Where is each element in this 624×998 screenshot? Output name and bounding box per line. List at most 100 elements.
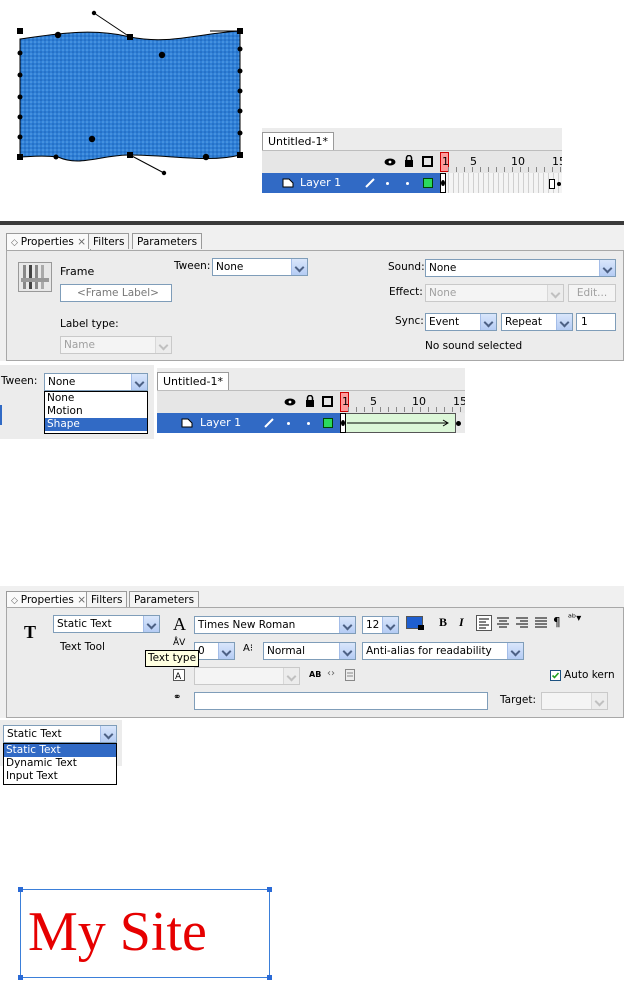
align-right-icon[interactable] (515, 616, 529, 630)
font-select[interactable]: Times New Roman (194, 616, 356, 634)
visibility-dot[interactable] (287, 422, 290, 425)
tool-name: Text Tool (60, 641, 105, 653)
keyframe-dot (441, 180, 445, 186)
frame-label-input[interactable]: <Frame Label> (60, 284, 172, 302)
line-type-select[interactable] (194, 667, 300, 685)
selection-edge (0, 405, 2, 425)
swatch-arrow-icon (418, 625, 424, 630)
document-tab[interactable]: Untitled-1* (262, 132, 334, 150)
lock-dot[interactable] (406, 182, 409, 185)
lock-icon[interactable] (404, 155, 414, 167)
resize-handle[interactable] (18, 887, 23, 892)
tab-filters[interactable]: Filters (88, 233, 130, 249)
html-icon[interactable]: ‹› (327, 668, 335, 679)
layer-name: Layer 1 (300, 176, 342, 189)
eye-icon[interactable] (284, 397, 296, 407)
url-link-input[interactable] (194, 692, 488, 710)
tab-parameters[interactable]: Parameters (129, 591, 200, 607)
lock-dot[interactable] (307, 422, 310, 425)
italic-button[interactable]: I (459, 615, 464, 630)
tab-filters[interactable]: Filters (86, 591, 128, 607)
sound-status: No sound selected (425, 340, 523, 352)
layer-color-swatch[interactable] (323, 418, 333, 428)
text-type-select[interactable]: Static Text (3, 725, 117, 743)
outline-icon[interactable] (322, 396, 333, 407)
chevron-down-icon (556, 314, 572, 330)
chevron-down-icon (283, 668, 299, 684)
font-size-select[interactable]: 12 (362, 616, 399, 634)
auto-kern-label: Auto kern (564, 669, 615, 681)
sync-label: Sync: (395, 315, 424, 327)
text-type-option-dynamic[interactable]: Dynamic Text (4, 757, 116, 770)
text-type-option-static[interactable]: Static Text (4, 744, 116, 757)
end-frame[interactable] (549, 179, 555, 189)
character-position-select[interactable]: Normal (263, 642, 356, 660)
align-left-icon[interactable] (476, 615, 492, 631)
tween-label: Tween: (174, 260, 211, 272)
tab-properties[interactable]: ◇ Properties × (6, 591, 92, 608)
close-icon[interactable]: × (74, 594, 86, 606)
outline-icon[interactable] (422, 156, 433, 167)
layer-row[interactable]: Layer 1 (262, 173, 562, 193)
lock-icon[interactable] (305, 395, 315, 407)
text-type-dropdown-area: Static Text Static Text Dynamic Text Inp… (0, 720, 122, 785)
distorted-shape[interactable] (10, 5, 250, 185)
text-field-selection[interactable]: My Site (18, 887, 272, 980)
letter-spacing-select[interactable]: 0 (194, 642, 235, 660)
layer-1[interactable]: Layer 1 (262, 173, 444, 193)
layer-color-swatch[interactable] (423, 178, 433, 188)
auto-kern-checkbox[interactable] (550, 670, 561, 681)
align-center-icon[interactable] (496, 616, 510, 630)
sound-select[interactable]: None (425, 259, 616, 277)
checkmark-icon (551, 672, 560, 679)
site-title-text[interactable]: My Site (28, 902, 207, 962)
tab-parameters[interactable]: Parameters (132, 233, 203, 249)
text-orientation-icon[interactable]: ᵃᵇ▾ (568, 613, 581, 624)
eye-icon[interactable] (384, 157, 396, 167)
resize-handle[interactable] (267, 887, 272, 892)
border-icon[interactable] (345, 669, 355, 681)
paragraph-icon[interactable]: ¶ (553, 615, 561, 629)
target-select[interactable] (541, 692, 608, 710)
layer-1[interactable]: Layer 1 (157, 413, 344, 433)
tween-option-shape[interactable]: Shape (45, 418, 147, 431)
repeat-select[interactable]: Repeat (501, 313, 573, 331)
text-type-option-input[interactable]: Input Text (4, 770, 116, 783)
chevron-down-icon (599, 260, 615, 276)
document-tab-bar: Untitled-1* (262, 128, 562, 150)
resize-handle[interactable] (267, 975, 272, 980)
justify-icon[interactable] (534, 616, 548, 630)
keyframe-dot (557, 182, 561, 186)
document-tab[interactable]: Untitled-1* (157, 372, 229, 390)
timeline-panel-2: Untitled-1* 1 5 10 15 Layer 1 (157, 368, 465, 439)
sync-select[interactable]: Event (425, 313, 497, 331)
text-tool-icon: T (24, 622, 37, 642)
chevron-down-icon (480, 314, 496, 330)
edit-button[interactable]: Edit... (568, 284, 616, 302)
layer-row[interactable]: Layer 1 (157, 413, 465, 433)
keyframe-dot (456, 421, 461, 426)
tab-properties[interactable]: ◇ Properties × (6, 233, 92, 250)
visibility-dot[interactable] (386, 182, 389, 185)
properties-body: T Static Text Text Tool Text type A Time… (6, 607, 624, 718)
label-type-select[interactable]: Name (60, 336, 172, 354)
antialias-select[interactable]: Anti-alias for readability (362, 642, 524, 660)
effect-select[interactable]: None (425, 284, 564, 302)
timeline-header: 1 5 10 15 (262, 150, 562, 173)
tween-select[interactable]: None (44, 373, 148, 391)
resize-handle[interactable] (18, 975, 23, 980)
text-type-select[interactable]: Static Text (53, 615, 160, 633)
chevron-down-icon (382, 617, 398, 633)
tween-option-motion[interactable]: Motion (45, 405, 147, 418)
tween-options-list: None Motion Shape (44, 391, 148, 434)
selectable-icon[interactable]: AB (309, 670, 321, 679)
tween-select[interactable]: None (212, 258, 308, 276)
tween-option-none[interactable]: None (45, 392, 147, 405)
repeat-count-input[interactable]: 1 (576, 313, 616, 331)
tooltip: Text type (145, 650, 200, 667)
bold-button[interactable]: B (439, 615, 447, 630)
properties-panel-frame: ◇ Properties × Filters Parameters Frame … (0, 225, 624, 361)
close-icon[interactable]: × (74, 236, 86, 248)
layer-icon (181, 418, 193, 428)
frame-cells[interactable] (444, 173, 562, 193)
